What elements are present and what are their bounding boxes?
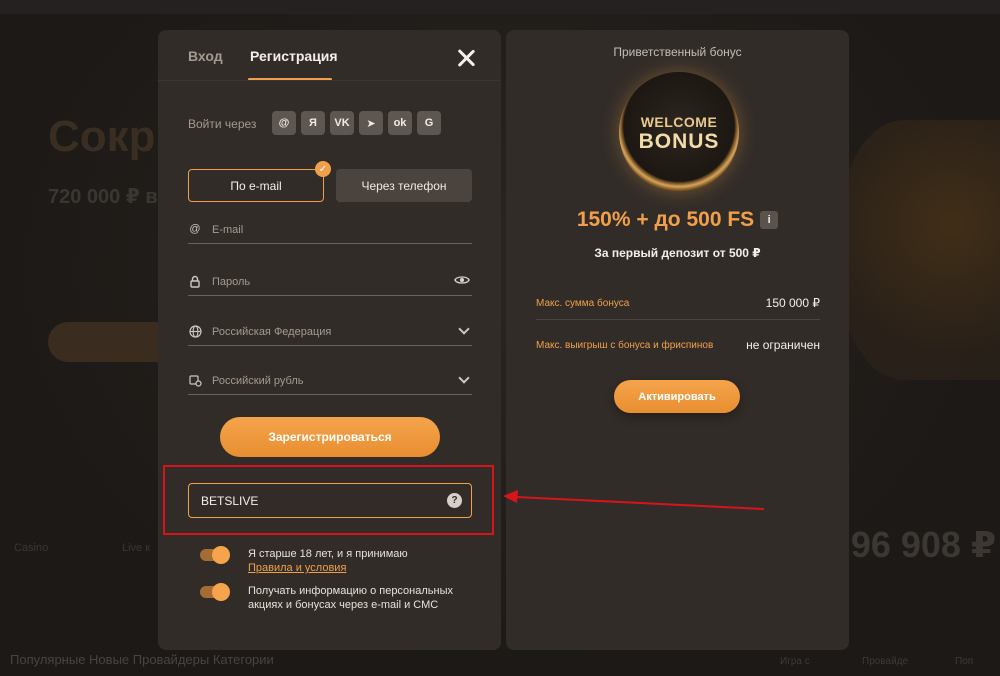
background-decoration (840, 120, 1000, 380)
bonus-amount-text: 150% + до 500 FS (576, 208, 755, 231)
register-by-email-button[interactable]: По e-mail (188, 169, 324, 202)
email-placeholder: E-mail (212, 224, 244, 236)
bonus-row-label: Макс. сумма бонуса (536, 298, 630, 309)
activate-bonus-button[interactable]: Активировать (614, 380, 740, 413)
globe-icon (188, 324, 202, 338)
background-nav-item: Провайде (862, 656, 909, 667)
background-nav-item: Поп (955, 656, 974, 667)
password-field[interactable]: Пароль (188, 266, 472, 296)
tab-login[interactable]: Вход (188, 48, 223, 64)
country-value: Российская Федерация (212, 326, 332, 338)
background-subtitle: 720 000 ₽ в (48, 186, 158, 208)
registration-panel: Вход Регистрация Войти через @ Я VK ➤ ok… (158, 30, 501, 650)
terms-link[interactable]: Правила и условия (248, 562, 346, 574)
tab-register[interactable]: Регистрация (250, 48, 338, 64)
badge-line-1: WELCOME (640, 114, 718, 130)
telegram-icon[interactable]: ➤ (359, 111, 383, 135)
background-title: Сокр (48, 112, 156, 161)
age-consent-toggle[interactable] (200, 546, 230, 564)
info-icon[interactable]: i (760, 211, 779, 229)
background-topbar (0, 0, 1000, 14)
check-icon: ✓ (315, 161, 331, 177)
bonus-row-value: не ограничен (746, 338, 820, 352)
bonus-row-label: Макс. выигрыш с бонуса и фриспинов (536, 340, 714, 351)
help-icon[interactable]: ? (447, 493, 462, 508)
bonus-row-max-amount: Макс. сумма бонуса 150 000 ₽ (536, 284, 820, 324)
promo-code-input[interactable]: BETSLIVE ? (188, 483, 472, 518)
social-login-label: Войти через (188, 117, 257, 131)
bonus-row-divider (536, 319, 820, 320)
close-icon[interactable] (454, 46, 478, 70)
eye-icon[interactable] (454, 272, 470, 288)
google-icon[interactable]: G (417, 111, 441, 135)
welcome-bonus-badge-icon: WELCOME BONUS (619, 72, 739, 192)
currency-select[interactable]: Российский рубль (188, 365, 472, 395)
social-login-row: @ Я VK ➤ ok G (272, 111, 441, 135)
promo-code-value: BETSLIVE (201, 494, 259, 508)
toggle-knob (212, 546, 230, 564)
yandex-icon[interactable]: Я (301, 111, 325, 135)
age-consent-label: Я старше 18 лет, и я принимаю (248, 548, 408, 560)
at-icon: @ (189, 223, 201, 235)
bonus-row-max-win: Макс. выигрыш с бонуса и фриспинов не ог… (536, 326, 820, 366)
toggle-knob (212, 583, 230, 601)
vk-icon[interactable]: VK (330, 111, 354, 135)
marketing-consent-line: Получать информацию о персональных (248, 585, 453, 597)
chevron-down-icon (458, 323, 470, 335)
mail-icon[interactable]: @ (272, 111, 296, 135)
background-nav: Популярные Новые Провайдеры Категории (10, 652, 274, 667)
register-by-phone-button[interactable]: Через телефон (336, 169, 472, 202)
marketing-consent-line: акциях и бонусах через e-mail и СМС (248, 599, 439, 611)
chevron-down-icon (458, 372, 470, 384)
currency-value: Российский рубль (212, 375, 304, 387)
badge-line-2: BONUS (638, 130, 720, 153)
bonus-row-value: 150 000 ₽ (765, 296, 820, 310)
welcome-bonus-panel: Приветственный бонус WELCOME BONUS 150% … (506, 30, 849, 650)
bonus-heading: Приветственный бонус (613, 45, 742, 59)
bonus-condition: За первый депозит от 500 ₽ (594, 246, 761, 260)
background-nav-item: Игра с (780, 656, 810, 667)
background-label: Casino (14, 542, 49, 554)
password-placeholder: Пароль (212, 276, 251, 288)
background-label: Live к (122, 542, 151, 554)
country-select[interactable]: Российская Федерация (188, 316, 472, 346)
lock-icon (188, 274, 202, 288)
marketing-consent-toggle[interactable] (200, 583, 230, 601)
tabs-divider (158, 80, 501, 81)
currency-icon (188, 373, 202, 387)
register-button[interactable]: Зарегистрироваться (220, 417, 440, 457)
email-field[interactable]: @ E-mail (188, 214, 472, 244)
marketing-consent-text: Получать информацию о персональных акция… (248, 584, 453, 612)
age-consent-text: Я старше 18 лет, и я принимаю Правила и … (248, 547, 408, 575)
auth-tabs: Вход Регистрация (158, 30, 501, 81)
background-jackpot: 96 908 ₽ (850, 524, 996, 565)
badge-text: WELCOME BONUS (619, 112, 739, 152)
bonus-amount: 150% + до 500 FS i (506, 208, 849, 232)
odnoklassniki-icon[interactable]: ok (388, 111, 412, 135)
